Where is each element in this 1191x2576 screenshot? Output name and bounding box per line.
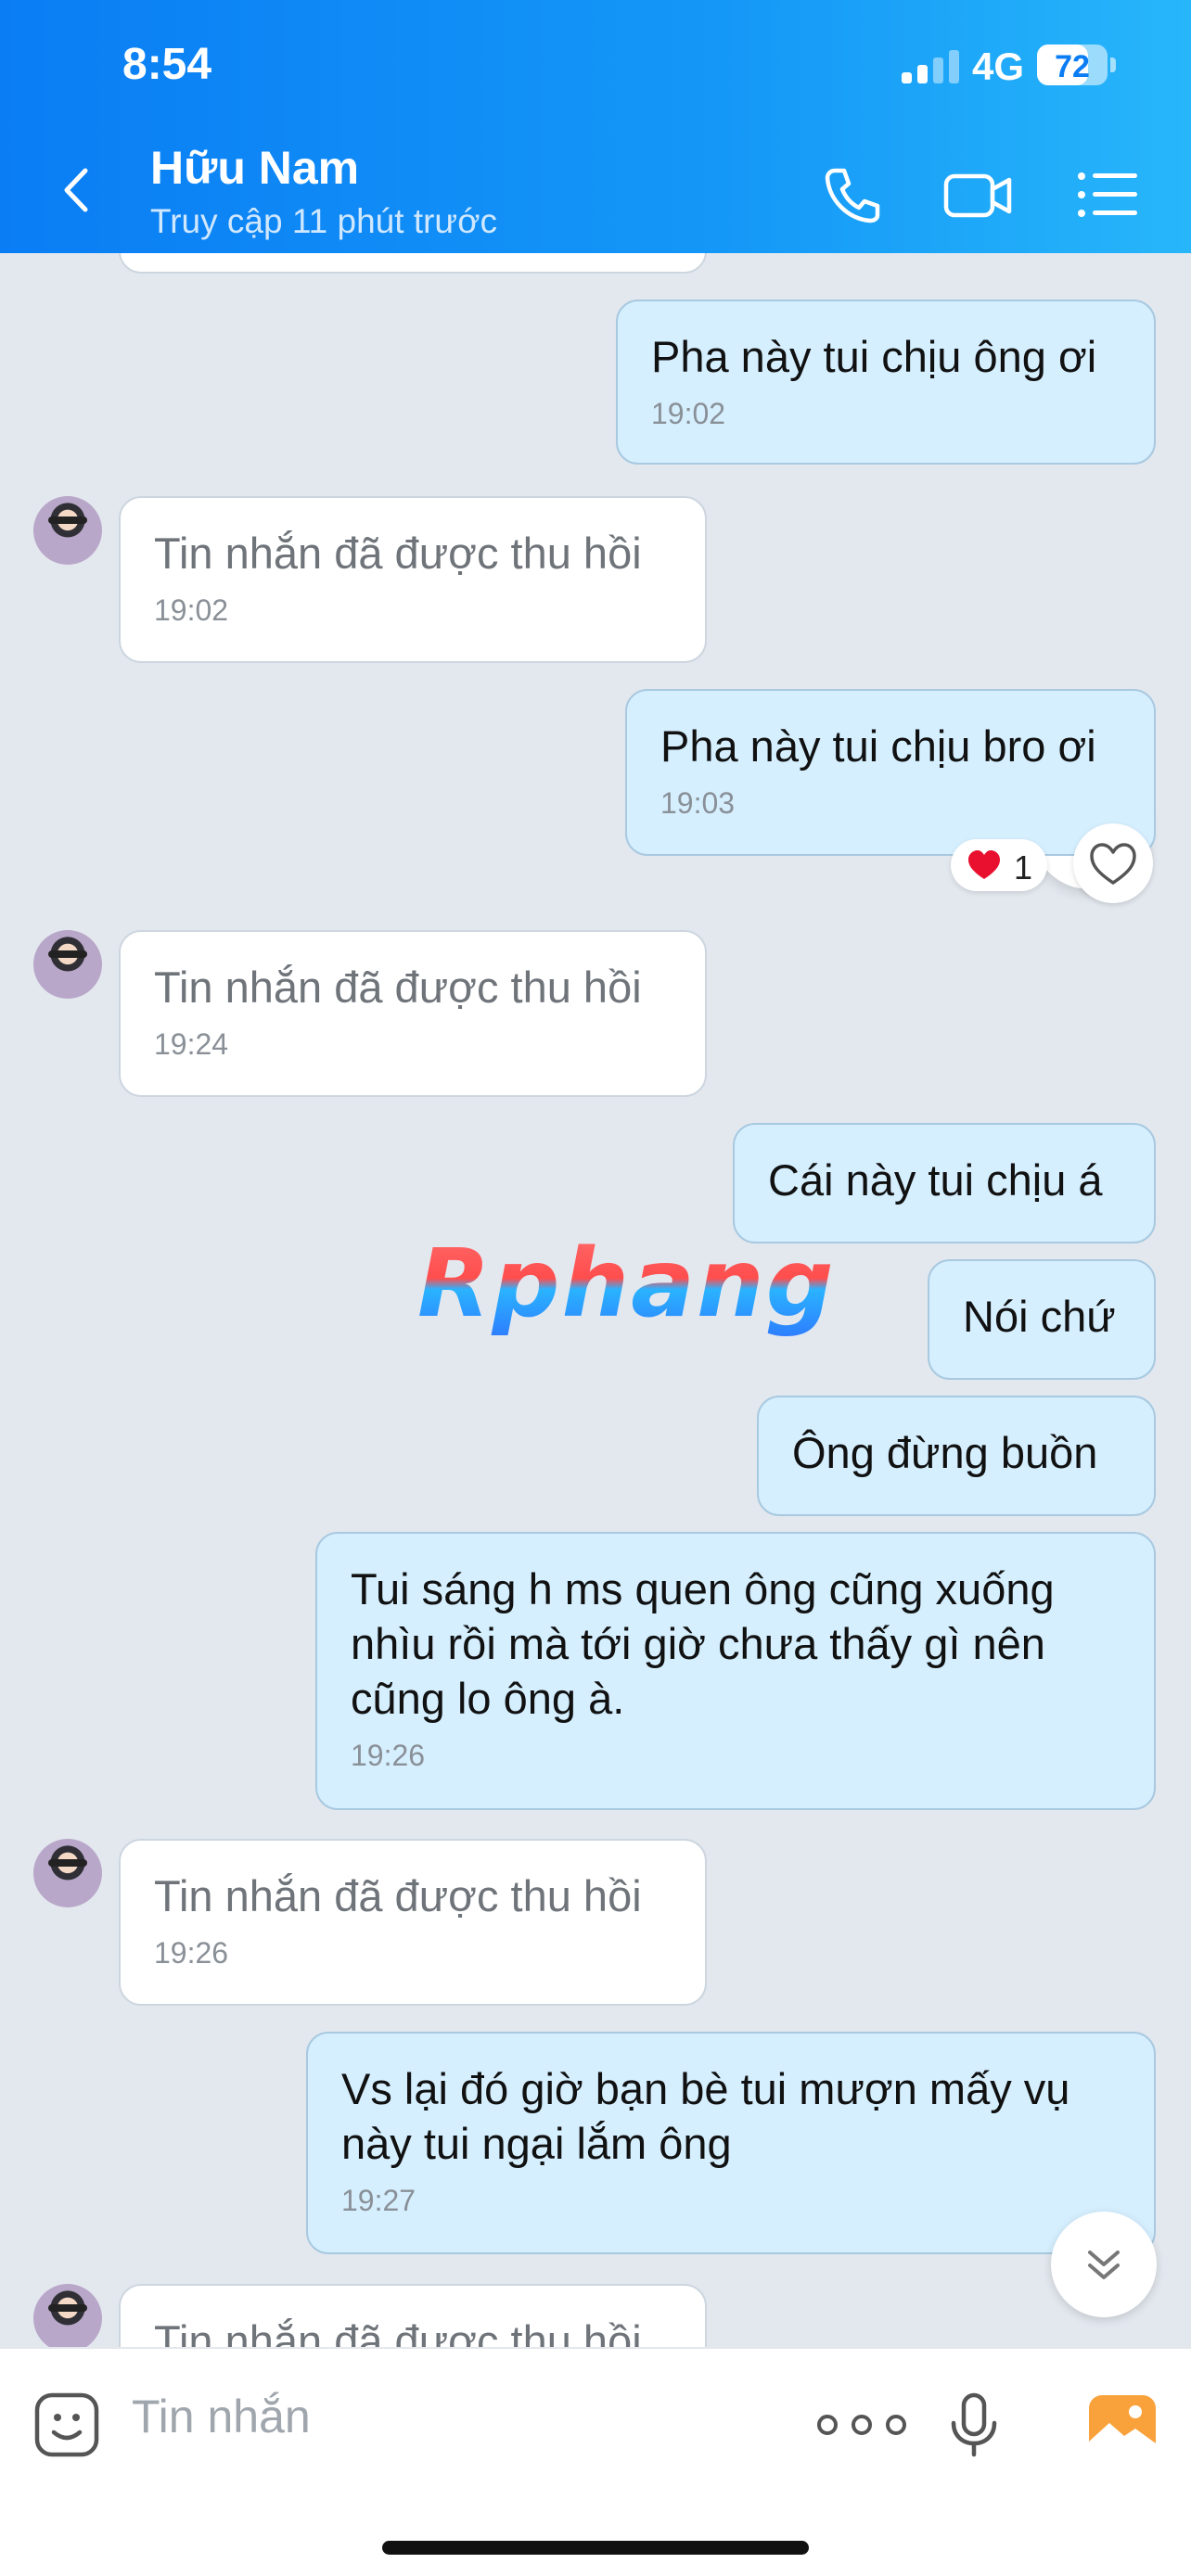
- microphone-icon: [951, 2392, 997, 2457]
- message-time: 19:02: [154, 593, 229, 627]
- home-indicator: [382, 2541, 809, 2555]
- image-button[interactable]: [1085, 2388, 1159, 2462]
- call-button[interactable]: [814, 158, 889, 232]
- reaction-count: 1: [1014, 848, 1033, 886]
- message-bubble-out[interactable]: Pha này tui chịu ông ơi 19:02: [616, 300, 1156, 465]
- heart-outline-icon: [1090, 843, 1136, 885]
- message-text: Pha này tui chịu ông ơi: [651, 332, 1097, 381]
- message-input[interactable]: Tin nhắn: [132, 2390, 311, 2443]
- video-call-button[interactable]: [941, 158, 1015, 232]
- heart-icon: [968, 850, 1000, 879]
- chevron-double-down-icon: [1088, 2251, 1120, 2279]
- more-options-button[interactable]: [801, 2388, 922, 2462]
- add-reaction-button[interactable]: [1073, 823, 1153, 903]
- message-bubble-partial: [119, 253, 707, 274]
- phone-icon: [825, 168, 880, 223]
- watermark-logo: Rphang: [417, 1229, 836, 1339]
- signal-icon: [902, 50, 963, 83]
- contact-name[interactable]: Hữu Nam: [150, 141, 359, 195]
- battery-level: 72: [1055, 49, 1090, 84]
- video-camera-icon: [943, 173, 1012, 218]
- more-dots-icon: [817, 2415, 906, 2435]
- battery-tip: [1110, 57, 1116, 72]
- battery-icon: 72: [1037, 45, 1108, 85]
- message-text: Tin nhắn đã được thu hồi: [154, 529, 642, 578]
- chevron-left-icon: [64, 168, 88, 212]
- message-bubble-in[interactable]: Tin nhắn đã được thu hồi 19:02: [119, 496, 707, 663]
- voice-button[interactable]: [937, 2388, 1011, 2462]
- back-button[interactable]: [48, 158, 113, 223]
- status-time: 8:54: [122, 40, 212, 89]
- reaction-summary[interactable]: 1: [951, 839, 1047, 891]
- sticker-icon: [34, 2392, 99, 2457]
- chat-header: 8:54 4G 72 Hữu Nam Truy cập 11 phút trướ…: [0, 0, 1191, 253]
- network-type: 4G: [972, 45, 1025, 88]
- image-icon: [1089, 2395, 1156, 2455]
- menu-button[interactable]: [1070, 158, 1145, 232]
- avatar[interactable]: [33, 496, 102, 565]
- sticker-button[interactable]: [30, 2388, 104, 2462]
- list-icon: [1078, 172, 1137, 217]
- message-time: 19:03: [660, 786, 736, 820]
- message-text: Pha này tui chịu bro ơi: [660, 721, 1096, 771]
- contact-status: Truy cập 11 phút trước: [150, 202, 497, 240]
- message-time: 19:02: [651, 397, 726, 430]
- composer-bar: Tin nhắn: [0, 2347, 1191, 2576]
- scroll-to-bottom-button[interactable]: [1051, 2212, 1157, 2317]
